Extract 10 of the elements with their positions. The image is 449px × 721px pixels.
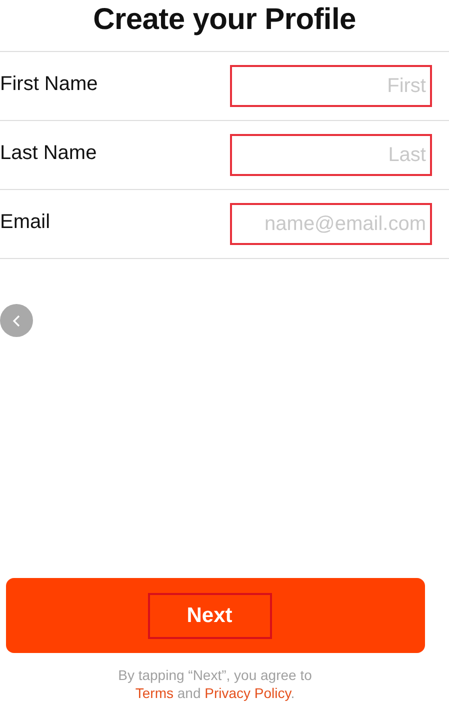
agreement-text: By tapping “Next”, you agree to Terms and Privacy Policy.	[117, 666, 313, 702]
next-button[interactable]: Next	[6, 578, 425, 653]
privacy-policy-link[interactable]: Privacy Policy	[204, 685, 291, 701]
terms-link[interactable]: Terms	[135, 685, 174, 701]
field-label: First Name	[0, 72, 98, 96]
back-button[interactable]	[0, 304, 33, 337]
chevron-left-icon	[12, 314, 22, 326]
page-title: Create your Profile	[92, 2, 357, 38]
field-label: Last Name	[0, 142, 97, 164]
field-label: Email	[0, 210, 50, 234]
